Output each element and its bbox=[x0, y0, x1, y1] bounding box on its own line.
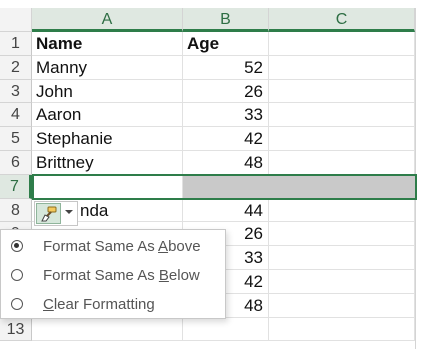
chevron-down-icon[interactable] bbox=[65, 210, 73, 214]
age-cell[interactable]: 44 bbox=[183, 199, 269, 222]
empty-cell[interactable] bbox=[269, 80, 415, 103]
menu-item-clear-formatting[interactable]: Clear Formatting bbox=[1, 290, 225, 319]
column-header-b[interactable]: B bbox=[183, 8, 269, 32]
name-cell[interactable] bbox=[32, 318, 183, 341]
menu-item-format-same-as-above[interactable]: Format Same As Above bbox=[1, 232, 225, 261]
insert-options-menu: Format Same As Above Format Same As Belo… bbox=[0, 229, 226, 319]
radio-selected-icon[interactable] bbox=[11, 240, 23, 252]
name-cell[interactable]: John bbox=[32, 80, 183, 103]
age-cell[interactable]: 26 bbox=[183, 80, 269, 103]
empty-cell[interactable] bbox=[269, 246, 415, 270]
menu-item-label: Format Same As Above bbox=[43, 238, 201, 255]
row-header[interactable]: 6 bbox=[0, 151, 32, 175]
age-cell[interactable] bbox=[183, 318, 269, 341]
row-header[interactable]: 2 bbox=[0, 56, 32, 80]
radio-icon[interactable] bbox=[11, 298, 23, 310]
menu-item-label: Clear Formatting bbox=[43, 296, 155, 313]
row-header[interactable]: 7 bbox=[0, 175, 32, 199]
row-header[interactable]: 1 bbox=[0, 32, 32, 56]
menu-item-format-same-as-below[interactable]: Format Same As Below bbox=[1, 261, 225, 290]
row-header[interactable]: 4 bbox=[0, 103, 32, 127]
header-cell-age[interactable]: Age bbox=[183, 32, 269, 56]
row-header[interactable]: 3 bbox=[0, 80, 32, 103]
empty-cell[interactable] bbox=[269, 294, 415, 318]
column-header-a[interactable]: A bbox=[32, 8, 183, 32]
empty-cell[interactable] bbox=[269, 199, 415, 222]
menu-item-label: Format Same As Below bbox=[43, 267, 200, 284]
radio-icon[interactable] bbox=[11, 269, 23, 281]
empty-cell[interactable] bbox=[269, 56, 415, 80]
spreadsheet: A B C 12345678910111213 NameAgeManny52Jo… bbox=[0, 0, 421, 349]
name-cell[interactable]: Stephanie bbox=[32, 127, 183, 151]
empty-cell[interactable] bbox=[269, 222, 415, 246]
row-header[interactable]: 5 bbox=[0, 127, 32, 151]
empty-cell[interactable] bbox=[269, 270, 415, 294]
name-cell[interactable]: Manny bbox=[32, 56, 183, 80]
empty-cell[interactable] bbox=[269, 127, 415, 151]
empty-cell[interactable] bbox=[269, 151, 415, 175]
header-cell-name[interactable]: Name bbox=[32, 32, 183, 56]
row-header[interactable]: 8 bbox=[0, 199, 32, 222]
empty-cell[interactable] bbox=[269, 318, 415, 341]
column-header-c[interactable]: C bbox=[269, 8, 415, 32]
paintbrush-icon[interactable] bbox=[36, 203, 61, 224]
age-cell[interactable]: 48 bbox=[183, 151, 269, 175]
name-cell[interactable]: Brittney bbox=[32, 151, 183, 175]
age-cell[interactable]: 52 bbox=[183, 56, 269, 80]
inserted-row-selection[interactable] bbox=[32, 174, 417, 200]
name-cell[interactable]: Aaron bbox=[32, 103, 183, 127]
empty-cell[interactable] bbox=[269, 103, 415, 127]
age-cell[interactable]: 42 bbox=[183, 127, 269, 151]
empty-cell[interactable] bbox=[269, 32, 415, 56]
age-cell[interactable]: 33 bbox=[183, 103, 269, 127]
select-all-corner[interactable] bbox=[0, 8, 32, 32]
row-header[interactable]: 13 bbox=[0, 318, 32, 341]
insert-options-button[interactable] bbox=[34, 201, 78, 226]
